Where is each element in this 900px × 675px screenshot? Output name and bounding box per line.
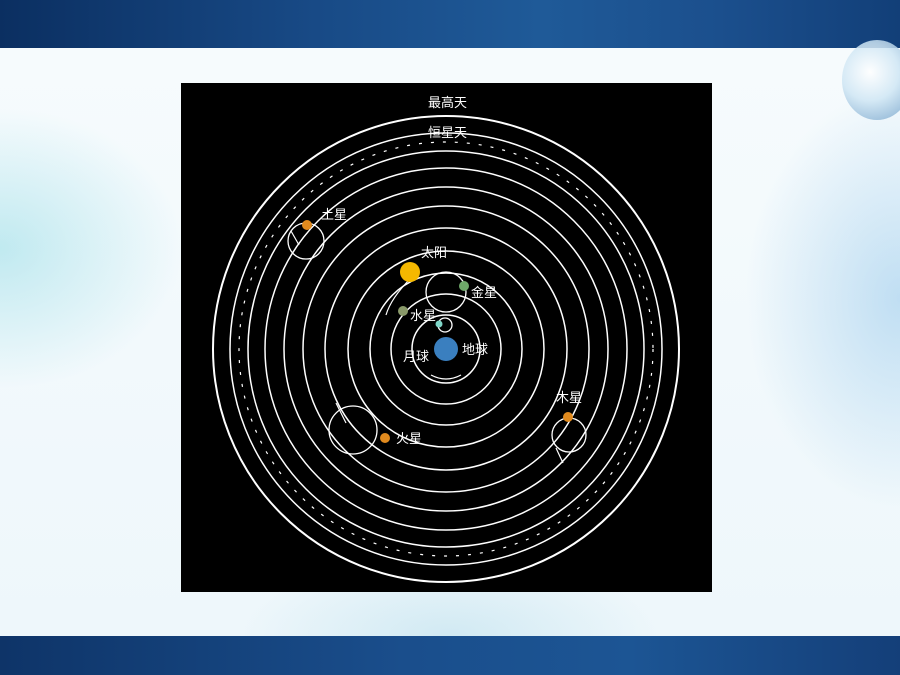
label-mercury: 水星 [410, 309, 436, 324]
label-sun: 太阳 [421, 246, 447, 261]
label-mars: 火星 [396, 432, 422, 447]
mercury-icon [398, 306, 408, 316]
label-highest-heaven: 最高天 [428, 95, 467, 111]
mars-arrow [335, 402, 347, 424]
diagram-svg: 最高天 恒星天 土星 太阳 金星 水星 月球 地球 木星 火星 [212, 95, 680, 583]
jupiter-icon [563, 412, 573, 422]
saturn-arrow [290, 230, 300, 246]
earth-rotation-arrow [430, 374, 462, 380]
label-saturn: 土星 [321, 208, 347, 223]
label-jupiter: 木星 [556, 391, 582, 406]
geocentric-model-diagram: 最高天 恒星天 土星 太阳 金星 水星 月球 地球 木星 火星 [181, 83, 712, 592]
label-venus: 金星 [471, 285, 497, 301]
label-earth: 地球 [462, 343, 488, 358]
top-banner [0, 0, 900, 48]
label-fixed-star-heaven: 恒星天 [428, 126, 467, 141]
saturn-icon [302, 220, 312, 230]
mars-icon [380, 433, 390, 443]
earth-icon [434, 337, 458, 361]
bottom-banner [0, 636, 900, 675]
venus-icon [459, 281, 469, 291]
label-moon: 月球 [403, 350, 429, 365]
venus-epicycle [425, 271, 467, 313]
sun-icon [400, 262, 420, 282]
mars-epicycle [328, 405, 378, 455]
moon-icon [435, 320, 443, 328]
